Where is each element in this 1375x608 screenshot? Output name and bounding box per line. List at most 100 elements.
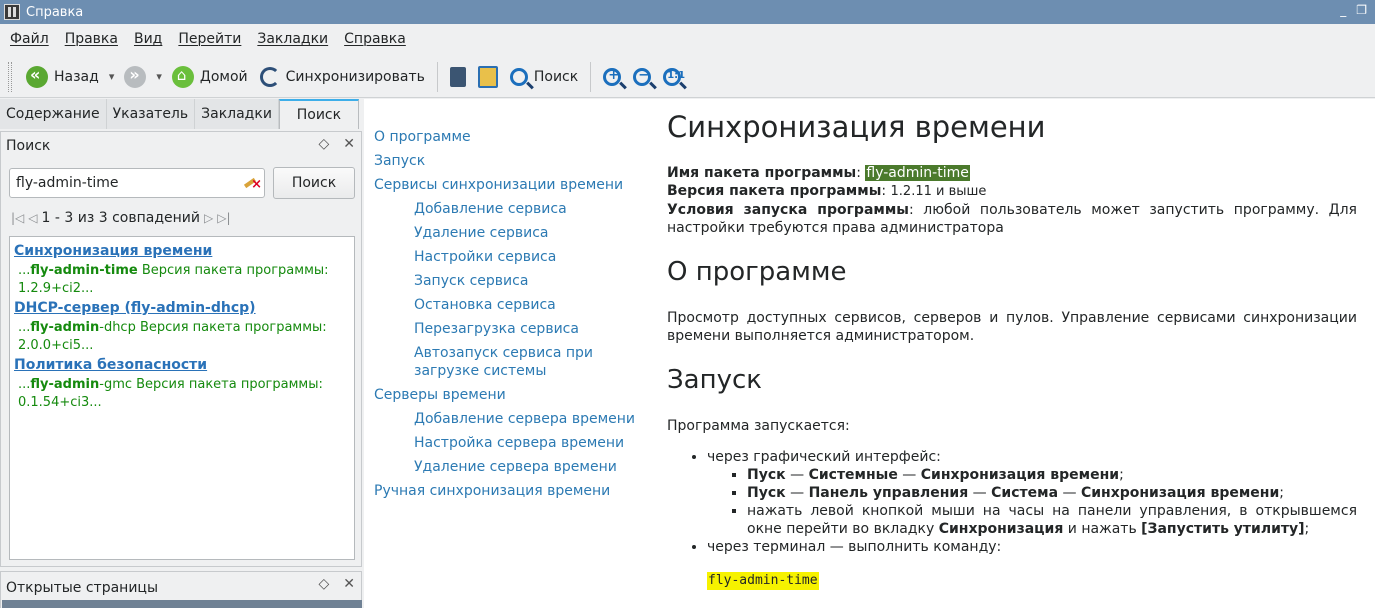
next-page-icon[interactable]: ▷ bbox=[204, 211, 213, 225]
sync-icon bbox=[259, 66, 280, 87]
search-button[interactable]: Поиск bbox=[504, 61, 584, 93]
menu-go[interactable]: Перейти bbox=[170, 31, 249, 47]
zoom-reset-icon: 1:1 bbox=[663, 67, 685, 86]
last-page-icon[interactable]: ▷| bbox=[217, 211, 230, 225]
forward-button[interactable] bbox=[118, 61, 152, 93]
sync-button[interactable]: Синхронизировать bbox=[254, 61, 431, 93]
window-title: Справка bbox=[26, 4, 84, 20]
toc-link[interactable]: Автозапуск сервиса при загрузке системы bbox=[374, 344, 604, 380]
toolbar-separator bbox=[436, 61, 438, 92]
search-icon bbox=[509, 67, 528, 86]
paragraph: Программа запускается: bbox=[667, 418, 850, 434]
section-heading: Запуск bbox=[667, 365, 762, 395]
forward-history-dropdown-icon[interactable]: ▾ bbox=[156, 70, 162, 83]
opened-pages-dock: Открытые страницы ◇ ✕ bbox=[0, 571, 362, 608]
app-icon bbox=[4, 4, 20, 20]
search-input[interactable]: fly-admin-time bbox=[9, 168, 265, 198]
sync-label: Синхронизировать bbox=[285, 68, 425, 85]
section-heading: О программе bbox=[667, 257, 847, 287]
search-results-list: Синхронизация времени ...fly-admin-time … bbox=[9, 236, 355, 560]
help-content-view: О программе Запуск Сервисы синхронизации… bbox=[364, 99, 1375, 608]
package-name: fly-admin-time bbox=[865, 165, 970, 181]
zoom-out-icon: − bbox=[633, 67, 652, 86]
toc-link[interactable]: Остановка сервиса bbox=[374, 293, 654, 317]
back-history-dropdown-icon[interactable]: ▾ bbox=[109, 70, 115, 83]
tab-bookmarks[interactable]: Закладки bbox=[195, 99, 279, 129]
menu-file[interactable]: Файл bbox=[2, 31, 57, 47]
toc-link[interactable]: О программе bbox=[374, 125, 654, 149]
export-pdf-button[interactable] bbox=[472, 61, 504, 93]
sidebar-tabs: Содержание Указатель Закладки Поиск bbox=[0, 99, 362, 129]
toc-link[interactable]: Удаление сервиса bbox=[374, 221, 654, 245]
home-label: Домой bbox=[199, 68, 248, 85]
tab-index[interactable]: Указатель bbox=[106, 99, 196, 129]
toc-link[interactable]: Добавление сервера времени bbox=[374, 407, 654, 431]
toolbar-handle[interactable] bbox=[8, 61, 12, 92]
home-button[interactable]: Домой bbox=[166, 61, 254, 93]
clear-search-icon[interactable] bbox=[244, 175, 262, 192]
toolbar: Назад ▾ ▾ Домой Синхронизировать Поиск +… bbox=[0, 56, 1375, 98]
table-of-contents: О программе Запуск Сервисы синхронизации… bbox=[374, 125, 654, 503]
menu-help[interactable]: Справка bbox=[336, 31, 414, 47]
zoom-out-button[interactable]: − bbox=[627, 61, 657, 93]
result-link[interactable]: Политика безопасности bbox=[14, 357, 350, 373]
menu-bar: Файл Правка Вид Перейти Закладки Справка bbox=[0, 24, 1375, 54]
toc-link[interactable]: Ручная синхронизация времени bbox=[374, 479, 654, 503]
toc-link[interactable]: Настройки сервиса bbox=[374, 245, 654, 269]
search-dock: Поиск ◇ ✕ fly-admin-time Поиск |◁ ◁ 1 - … bbox=[0, 131, 362, 567]
toc-link[interactable]: Серверы времени bbox=[374, 383, 654, 407]
print-icon bbox=[449, 66, 466, 87]
search-label: Поиск bbox=[533, 68, 579, 85]
toc-link[interactable]: Удаление сервера времени bbox=[374, 455, 654, 479]
result-snippet: ...fly-admin-dhcp Версия пакета программ… bbox=[18, 320, 327, 353]
result-link[interactable]: DHCP-сервер (fly-admin-dhcp) bbox=[14, 300, 350, 316]
print-button[interactable] bbox=[444, 61, 472, 93]
tab-contents[interactable]: Содержание bbox=[0, 99, 107, 129]
toc-link[interactable]: Настройка сервера времени bbox=[374, 431, 654, 455]
maximize-icon[interactable]: ❐ bbox=[1356, 3, 1367, 17]
zoom-in-icon: + bbox=[603, 67, 622, 86]
list-item: Политика безопасности ...fly-admin-gmc В… bbox=[14, 357, 350, 412]
toc-link[interactable]: Перезагрузка сервиса bbox=[374, 317, 654, 341]
zoom-in-button[interactable]: + bbox=[597, 61, 627, 93]
minimize-icon[interactable]: _ bbox=[1340, 3, 1346, 17]
results-pager: |◁ ◁ 1 - 3 из 3 совпадений ▷ ▷| bbox=[11, 210, 231, 226]
menu-bookmarks[interactable]: Закладки bbox=[249, 31, 336, 47]
toc-link[interactable]: Запуск bbox=[374, 149, 654, 173]
menu-view[interactable]: Вид bbox=[126, 31, 170, 47]
list-item: Синхронизация времени ...fly-admin-time … bbox=[14, 243, 350, 298]
search-submit-button[interactable]: Поиск bbox=[273, 167, 355, 199]
paragraph: Просмотр доступных сервисов, серверов и … bbox=[667, 310, 1357, 344]
close-dock-icon[interactable]: ✕ bbox=[343, 136, 355, 152]
forward-icon bbox=[124, 65, 147, 88]
article: Синхронизация времени Имя пакета програм… bbox=[667, 107, 1357, 590]
prev-page-icon[interactable]: ◁ bbox=[28, 211, 37, 225]
opened-pages-list[interactable] bbox=[2, 600, 362, 608]
result-snippet: ...fly-admin-time Версия пакета программ… bbox=[18, 263, 329, 296]
back-button[interactable]: Назад bbox=[20, 61, 105, 93]
float-dock-icon[interactable]: ◇ bbox=[318, 136, 329, 152]
search-dock-title: Поиск bbox=[6, 138, 51, 154]
launch-methods: через графический интерфейс: Пуск — Сист… bbox=[667, 448, 1357, 556]
search-input-value: fly-admin-time bbox=[16, 175, 119, 191]
list-item: DHCP-сервер (fly-admin-dhcp) ...fly-admi… bbox=[14, 300, 350, 355]
float-dock-icon[interactable]: ◇ bbox=[318, 576, 329, 592]
page-title: Синхронизация времени bbox=[667, 110, 1046, 144]
zoom-reset-button[interactable]: 1:1 bbox=[657, 61, 687, 93]
results-count: 1 - 3 из 3 совпадений bbox=[41, 210, 200, 226]
home-icon bbox=[171, 65, 194, 88]
back-icon bbox=[26, 65, 48, 88]
command-snippet: fly-admin-time bbox=[707, 572, 819, 590]
opened-pages-title: Открытые страницы bbox=[6, 580, 158, 596]
toc-link[interactable]: Запуск сервиса bbox=[374, 269, 654, 293]
title-bar: Справка _ ❐ bbox=[0, 0, 1375, 24]
toc-link[interactable]: Добавление сервиса bbox=[374, 197, 654, 221]
toc-link[interactable]: Сервисы синхронизации времени bbox=[374, 173, 654, 197]
back-label: Назад bbox=[54, 68, 99, 85]
result-snippet: ...fly-admin-gmc Версия пакета программы… bbox=[18, 377, 323, 410]
menu-edit[interactable]: Правка bbox=[57, 31, 126, 47]
tab-search[interactable]: Поиск bbox=[278, 99, 359, 129]
result-link[interactable]: Синхронизация времени bbox=[14, 243, 350, 259]
close-dock-icon[interactable]: ✕ bbox=[343, 576, 355, 592]
first-page-icon[interactable]: |◁ bbox=[11, 211, 24, 225]
